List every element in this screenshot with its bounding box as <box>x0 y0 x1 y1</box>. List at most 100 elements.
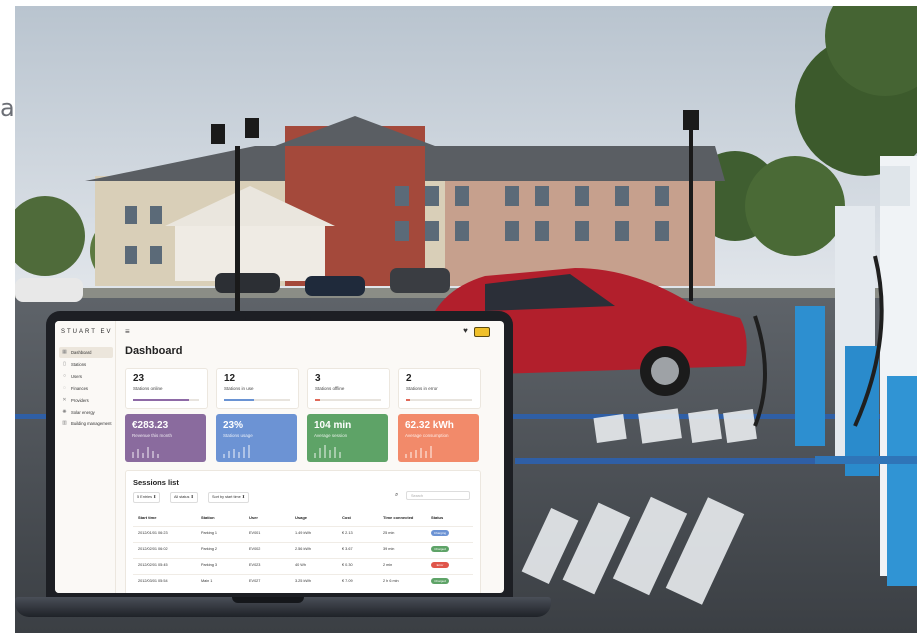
cell-time-connected: 2 min <box>383 563 393 567</box>
sidebar-item-label: Stations <box>71 362 87 367</box>
stat-label: Stations online <box>133 386 163 391</box>
app-logo: STUART EV <box>61 329 113 335</box>
cell-time-connected: 39 min <box>383 547 395 551</box>
search-icon[interactable]: ⌕ <box>395 492 398 499</box>
column-header[interactable]: User <box>249 515 258 520</box>
cell-user: EV001 <box>249 531 261 535</box>
stat-progress-bar <box>406 399 472 401</box>
status-select[interactable]: All status ⬍ <box>170 492 198 503</box>
stat-value: 12 <box>224 373 236 384</box>
column-header[interactable]: Status <box>431 515 443 520</box>
cell-start-time: 2012/02/01 05:45 <box>138 563 168 567</box>
entries-select[interactable]: 5 Entries ⬍ <box>133 492 161 503</box>
table-row[interactable]: 2012/03/01 05:54 Main 1 EV027 3.25 kWh €… <box>133 574 473 589</box>
sidebar-item-finances[interactable]: ◌ Finances <box>59 383 113 394</box>
column-header[interactable]: Cost <box>342 515 351 520</box>
cell-station: Main 1 <box>201 579 213 583</box>
table-row[interactable]: 2012/01/01 06:23 Parking 1 EV001 1.49 kW… <box>133 526 473 541</box>
status-badge: Charging <box>431 530 449 536</box>
cell-usage: 3.25 kWh <box>295 579 312 583</box>
entries-select-value: 5 Entries <box>137 495 152 499</box>
cell-usage: 1.49 kWh <box>295 531 312 535</box>
building-icon: ▥ <box>62 420 67 426</box>
stat-card-error: 2 Stations in error <box>398 368 481 409</box>
sidebar-item-stations[interactable]: ▯ Stations <box>59 359 113 370</box>
stat-label: Stations in use <box>224 386 254 391</box>
cell-cost: € 3.67 <box>342 547 353 551</box>
kpi-value: 23% <box>223 420 244 431</box>
laptop-hinge <box>232 597 304 603</box>
sidebar-item-providers[interactable]: ✕ Providers <box>59 395 113 406</box>
sparkline <box>223 445 250 458</box>
kpi-value: 104 min <box>314 420 352 431</box>
cell-usage: 40 Wh <box>295 563 306 567</box>
table-row[interactable]: 2012/02/01 06:02 Parking 2 EV002 2.56 kW… <box>133 542 473 557</box>
kpi-label: Average consumption <box>405 433 449 438</box>
dashboard-screen: STUART EV ▦ Dashboard ▯ Stations ○ Users ◌ F… <box>55 321 504 593</box>
cell-station: Parking 1 <box>201 531 218 535</box>
kpi-label: Revenue this month <box>132 433 173 438</box>
column-header[interactable]: Usage <box>295 515 307 520</box>
station-icon: ▯ <box>63 361 66 367</box>
sidebar-item-dashboard[interactable]: ▦ Dashboard <box>59 347 113 358</box>
language-flag-icon[interactable] <box>474 327 490 337</box>
page-title: Dashboard <box>125 345 183 357</box>
sparkline <box>405 446 432 458</box>
kpi-card-usage: 23% Stations usage <box>216 414 297 462</box>
laptop: STUART EV ▦ Dashboard ▯ Stations ○ Users ◌ F… <box>46 311 513 603</box>
table-header: Start time Station User Usage Cost Time … <box>133 511 473 525</box>
user-icon: ○ <box>62 373 67 379</box>
status-badge: Charged <box>431 546 449 552</box>
column-header[interactable]: Time connected <box>383 515 413 520</box>
sparkline <box>132 447 159 458</box>
sidebar-item-building-management[interactable]: ▥ Building management <box>59 419 113 437</box>
cell-usage: 2.56 kWh <box>295 547 312 551</box>
column-header[interactable]: Station <box>201 515 215 520</box>
stat-value: 2 <box>406 373 412 384</box>
notification-icon[interactable]: ♥ <box>461 326 470 335</box>
sidebar-item-label: Finances <box>71 386 88 391</box>
cell-time-connected: 25 min <box>383 531 395 535</box>
provider-icon: ✕ <box>62 397 67 403</box>
table-row[interactable]: 2012/02/01 05:45 Parking 3 EV023 40 Wh €… <box>133 558 473 573</box>
sort-select[interactable]: Sort by start time ⬍ <box>208 492 249 503</box>
cell-user: EV027 <box>249 579 261 583</box>
stat-progress-bar <box>315 399 381 401</box>
sidebar-item-users[interactable]: ○ Users <box>59 371 113 382</box>
column-header[interactable]: Start time <box>138 515 156 520</box>
status-badge: Charged <box>431 578 449 584</box>
status-select-value: All status <box>174 495 190 499</box>
sidebar-nav: ▦ Dashboard ▯ Stations ○ Users ◌ Finances ✕ P… <box>59 347 113 438</box>
cell-user: EV023 <box>249 563 261 567</box>
stray-character: a <box>0 94 15 122</box>
menu-icon[interactable]: ≡ <box>125 327 130 336</box>
sidebar-item-label: Users <box>71 374 82 379</box>
search-input[interactable]: Search <box>406 491 470 500</box>
cell-start-time: 2012/01/01 06:23 <box>138 531 168 535</box>
sidebar-item-label: Building management <box>71 421 112 426</box>
finance-icon: ◌ <box>63 385 66 391</box>
kpi-value: 62.32 kWh <box>405 420 454 431</box>
sort-select-value: Sort by start time <box>212 495 241 499</box>
stat-progress-bar <box>133 399 199 401</box>
status-badge: Error <box>431 562 449 568</box>
sidebar: STUART EV ▦ Dashboard ▯ Stations ○ Users ◌ F… <box>55 321 116 593</box>
kpi-card-revenue: €283.23 Revenue this month <box>125 414 206 462</box>
cell-station: Parking 2 <box>201 547 218 551</box>
stat-card-offline: 3 Stations offline <box>307 368 390 409</box>
stat-card-online: 23 Stations online <box>125 368 208 409</box>
sidebar-item-solar-energy[interactable]: ✺ Solar energy <box>59 407 113 418</box>
stat-label: Stations in error <box>406 386 438 391</box>
stat-value: 3 <box>315 373 321 384</box>
kpi-card-session: 104 min Average session <box>307 414 388 462</box>
chevron-down-icon: ⬍ <box>153 495 157 499</box>
cell-start-time: 2012/02/01 06:02 <box>138 547 168 551</box>
stat-value: 23 <box>133 373 145 384</box>
kpi-card-consumption: 62.32 kWh Average consumption <box>398 414 479 462</box>
cell-station: Parking 3 <box>201 563 218 567</box>
sun-icon: ✺ <box>62 409 67 415</box>
cell-cost: € 7.09 <box>342 579 353 583</box>
sessions-panel: Sessions list 5 Entries ⬍ All status ⬍ S… <box>125 470 481 593</box>
sessions-title: Sessions list <box>133 478 179 487</box>
sparkline <box>314 445 341 458</box>
